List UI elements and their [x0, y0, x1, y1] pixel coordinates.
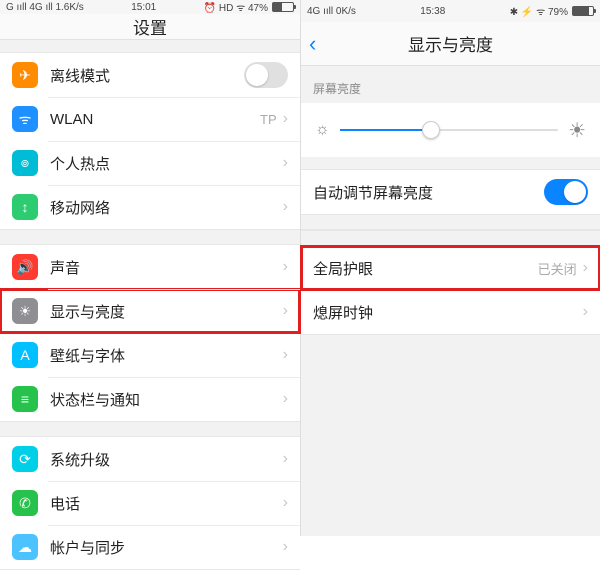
status-right: ⏰ HD ᯤ 47% — [204, 0, 294, 14]
row-label: 离线模式 — [50, 65, 244, 86]
row-label: 声音 — [50, 257, 283, 278]
battery-icon — [272, 2, 294, 12]
row-meta: 已关闭 — [538, 259, 577, 278]
row-label: 电话 — [50, 493, 283, 514]
account-icon: ☁ — [12, 534, 38, 560]
status-left: 4G ııll 0K/s — [307, 6, 356, 17]
airplane-icon: ✈ — [12, 62, 38, 88]
phone-icon: ✆ — [12, 490, 38, 516]
display-row[interactable]: 熄屏时钟› — [301, 290, 600, 334]
toggle[interactable] — [544, 179, 588, 205]
settings-list: ✈离线模式ᯤWLANTP›๏个人热点›↕移动网络›🔊声音›☀显示与亮度›A壁纸与… — [0, 40, 300, 570]
display-row[interactable]: 自动调节屏幕亮度 — [301, 170, 600, 214]
brightness-low-icon: ☼ — [315, 121, 330, 139]
cellular-icon: ↕ — [12, 194, 38, 220]
titlebar: ‹ 显示与亮度 — [301, 22, 600, 66]
chevron-right-icon: › — [283, 198, 288, 216]
row-label: 帐户与同步 — [50, 537, 283, 558]
chevron-right-icon: › — [583, 303, 588, 321]
settings-row-airplane[interactable]: ✈ 离线模式 — [0, 53, 300, 97]
back-button[interactable]: ‹ — [309, 22, 316, 66]
display-icon: ☀ — [12, 298, 38, 324]
settings-row-notifications[interactable]: ≡ 状态栏与通知› — [0, 377, 300, 421]
page-title: 设置 — [133, 14, 167, 39]
status-bar: 4G ııll 0K/s 15:38 ✱ ⚡ ᯤ 79% — [301, 0, 600, 22]
display-brightness-screen: 4G ııll 0K/s 15:38 ✱ ⚡ ᯤ 79% ‹ 显示与亮度 屏幕亮… — [300, 0, 600, 536]
row-label: 自动调节屏幕亮度 — [313, 182, 544, 203]
chevron-right-icon: › — [283, 538, 288, 556]
slider-thumb[interactable] — [422, 121, 440, 139]
update-icon: ⟳ — [12, 446, 38, 472]
row-label: WLAN — [50, 111, 260, 128]
row-label: 系统升级 — [50, 449, 283, 470]
sound-icon: 🔊 — [12, 254, 38, 280]
settings-row-cellular[interactable]: ↕ 移动网络› — [0, 185, 300, 229]
wallpaper-icon: A — [12, 342, 38, 368]
section-label-brightness: 屏幕亮度 — [301, 66, 600, 103]
status-bar: G ııll 4G ıll 1.6K/s 15:01 ⏰ HD ᯤ 47% — [0, 0, 300, 14]
chevron-right-icon: › — [583, 259, 588, 277]
settings-row-display[interactable]: ☀ 显示与亮度› — [0, 289, 300, 333]
row-label: 熄屏时钟 — [313, 302, 583, 323]
row-label: 个人热点 — [50, 153, 283, 174]
display-row[interactable]: 全局护眼已关闭 › — [301, 246, 600, 290]
wifi-icon: ᯤ — [12, 106, 38, 132]
battery-icon — [572, 6, 594, 16]
toggle[interactable] — [244, 62, 288, 88]
settings-row-sound[interactable]: 🔊 声音› — [0, 245, 300, 289]
notifications-icon: ≡ — [12, 386, 38, 412]
chevron-right-icon: › — [283, 346, 288, 364]
status-time: 15:38 — [420, 6, 445, 17]
settings-row-account[interactable]: ☁ 帐户与同步› — [0, 525, 300, 569]
chevron-right-icon: › — [283, 390, 288, 408]
settings-row-hotspot[interactable]: ๏ 个人热点› — [0, 141, 300, 185]
row-label: 状态栏与通知 — [50, 389, 283, 410]
settings-row-update[interactable]: ⟳ 系统升级› — [0, 437, 300, 481]
settings-row-wallpaper[interactable]: A 壁纸与字体› — [0, 333, 300, 377]
chevron-right-icon: › — [283, 302, 288, 320]
chevron-right-icon: › — [283, 450, 288, 468]
titlebar: 设置 — [0, 14, 300, 40]
brightness-slider-row: ☼ ☀ — [301, 103, 600, 157]
chevron-right-icon: › — [283, 154, 288, 172]
display-options-list: 自动调节屏幕亮度全局护眼已关闭›熄屏时钟› — [301, 157, 600, 335]
settings-row-phone[interactable]: ✆ 电话› — [0, 481, 300, 525]
settings-screen: G ııll 4G ıll 1.6K/s 15:01 ⏰ HD ᯤ 47% 设置… — [0, 0, 300, 536]
page-title: 显示与亮度 — [408, 31, 493, 56]
row-label: 全局护眼 — [313, 258, 538, 279]
status-left: G ııll 4G ıll 1.6K/s — [6, 2, 84, 13]
settings-row-wifi[interactable]: ᯤ WLANTP › — [0, 97, 300, 141]
chevron-right-icon: › — [283, 258, 288, 276]
row-label: 壁纸与字体 — [50, 345, 283, 366]
row-label: 移动网络 — [50, 197, 283, 218]
hotspot-icon: ๏ — [12, 150, 38, 176]
brightness-high-icon: ☀ — [568, 118, 586, 143]
chevron-right-icon: › — [283, 494, 288, 512]
status-right: ✱ ⚡ ᯤ 79% — [510, 4, 594, 18]
brightness-slider[interactable] — [340, 129, 558, 131]
row-label: 显示与亮度 — [50, 301, 283, 322]
row-meta: TP — [260, 112, 277, 127]
status-time: 15:01 — [131, 2, 156, 13]
chevron-right-icon: › — [283, 110, 288, 128]
